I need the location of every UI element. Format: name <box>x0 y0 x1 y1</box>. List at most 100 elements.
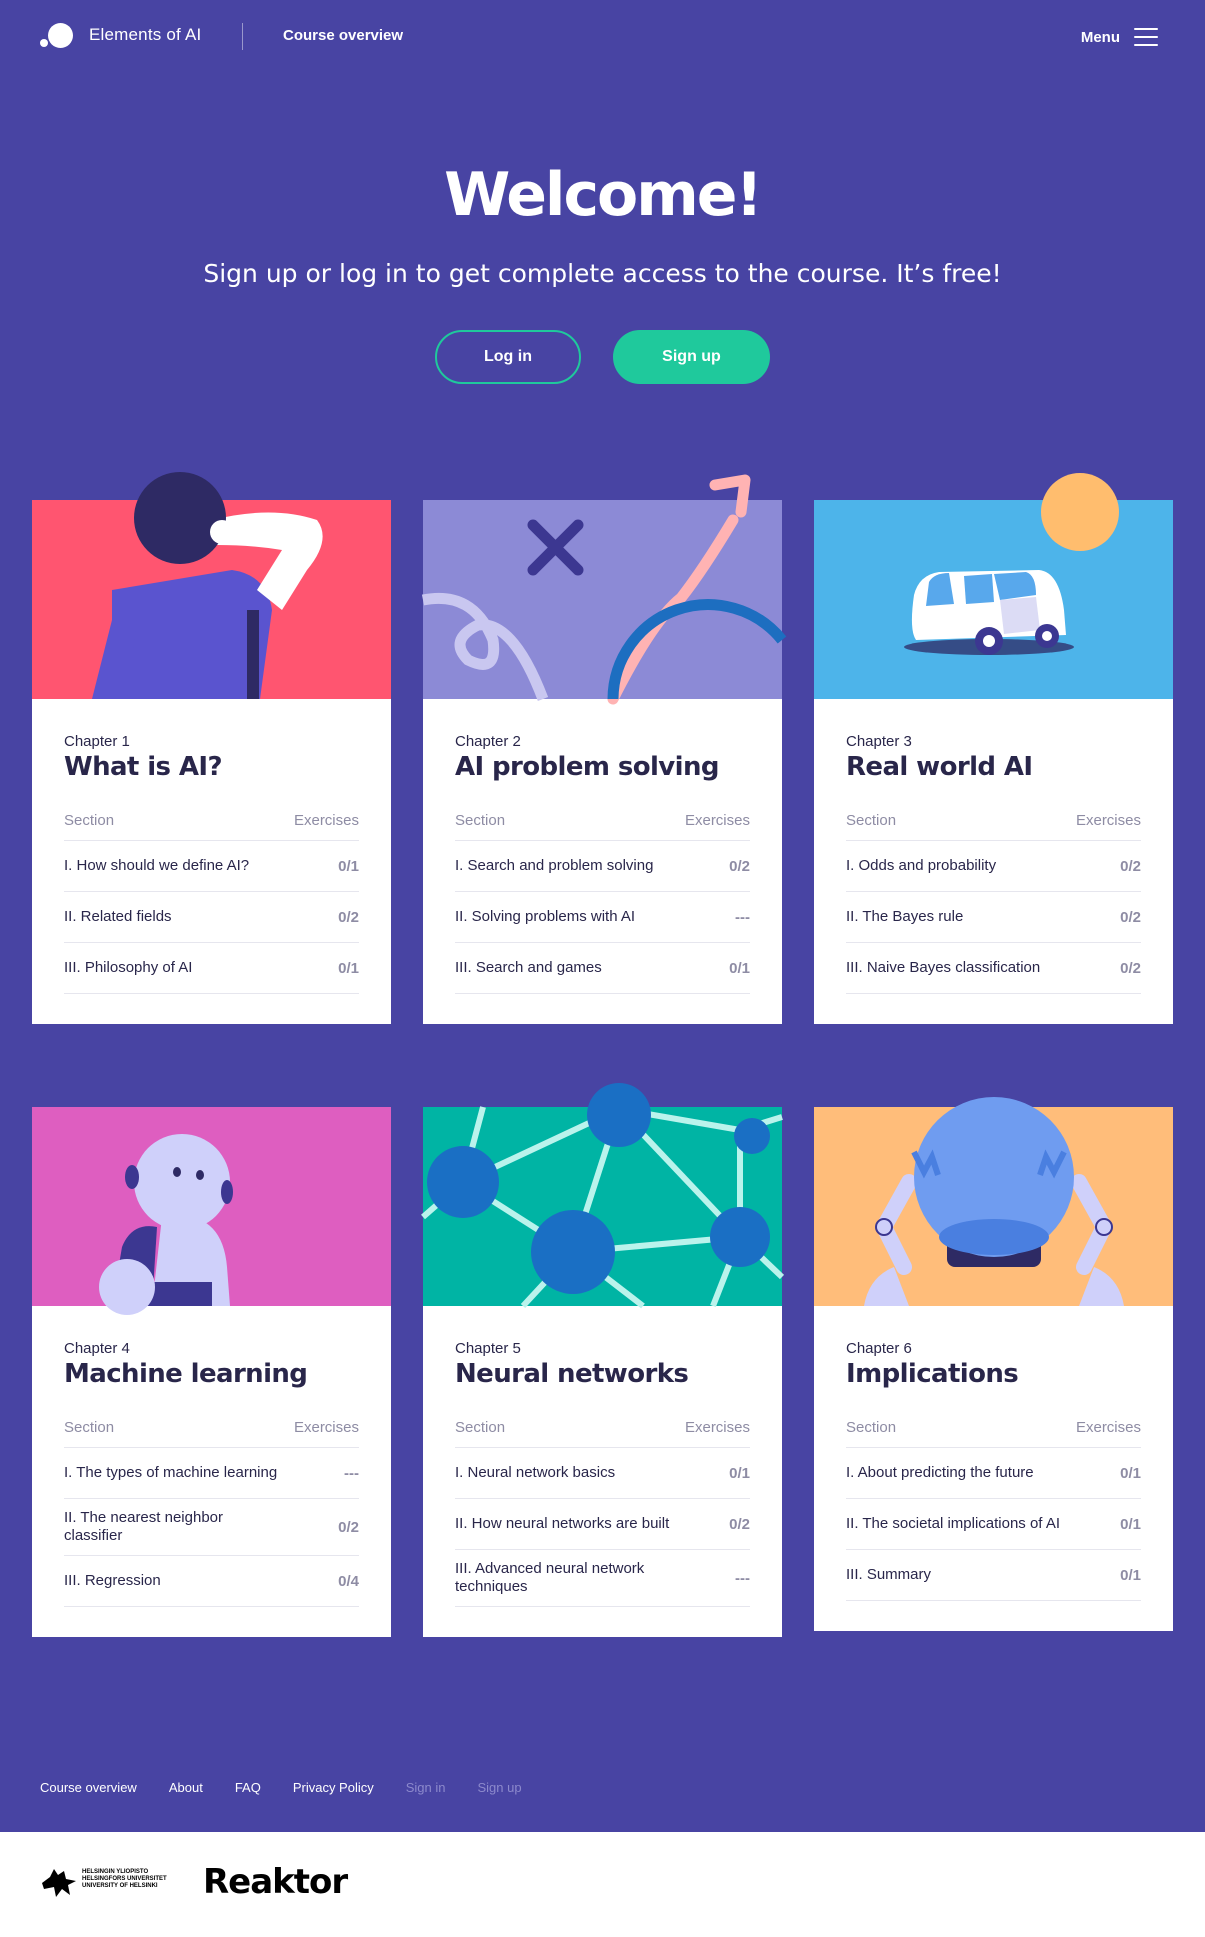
exercise-count: 0/2 <box>1120 959 1141 977</box>
self-driving-car-icon <box>814 473 1173 699</box>
footer-link-privacy-policy[interactable]: Privacy Policy <box>293 1780 374 1795</box>
exercise-count: --- <box>735 908 750 926</box>
chapter-title[interactable]: Real world AI <box>846 752 1141 782</box>
header-divider <box>242 23 243 50</box>
top-bar: Elements of AI Course overview Menu <box>0 0 1205 74</box>
footer-link-sign-up[interactable]: Sign up <box>478 1780 522 1795</box>
section-row[interactable]: II. The societal implications of AI 0/1 <box>846 1499 1141 1550</box>
exercises-column-header: Exercises <box>1075 812 1141 829</box>
section-row[interactable]: I. Neural network basics 0/1 <box>455 1448 750 1499</box>
exercises-column-header: Exercises <box>684 812 750 829</box>
welcome-subtitle: Sign up or log in to get complete access… <box>203 259 1002 288</box>
chapter-card-1[interactable]: Chapter 1 What is AI? Section Exercises … <box>32 472 391 1024</box>
section-name: I. Neural network basics <box>455 1464 616 1481</box>
robot-thinking-icon <box>32 1107 391 1315</box>
chapter-1-illustration <box>32 472 391 699</box>
section-table-header: Section Exercises <box>846 1419 1141 1448</box>
section-row[interactable]: III. Naive Bayes classification 0/2 <box>846 943 1141 994</box>
section-row[interactable]: I. About predicting the future 0/1 <box>846 1448 1141 1499</box>
chapter-number: Chapter 2 <box>455 733 521 750</box>
login-button[interactable]: Log in <box>435 330 581 384</box>
chapter-number: Chapter 6 <box>846 1340 912 1357</box>
section-column-header: Section <box>455 812 506 829</box>
exercise-count: 0/2 <box>729 857 750 875</box>
chapter-4-illustration <box>32 1107 391 1315</box>
helsinki-emblem-icon <box>42 1869 76 1897</box>
brand-name[interactable]: Elements of AI <box>89 25 201 45</box>
section-name: III. Advanced neural network techniques <box>455 1560 645 1595</box>
hamburger-icon <box>1134 28 1158 46</box>
exercise-count: 0/2 <box>338 1518 359 1536</box>
section-name: III. Regression <box>64 1572 161 1589</box>
section-row[interactable]: III. Philosophy of AI 0/1 <box>64 943 359 994</box>
university-name-en: UNIVERSITY OF HELSINKI <box>82 1883 158 1889</box>
section-name: I. How should we define AI? <box>64 857 250 874</box>
section-row[interactable]: I. Search and problem solving 0/2 <box>455 841 750 892</box>
chapter-number: Chapter 1 <box>64 733 130 750</box>
section-name: I. Odds and probability <box>846 857 997 874</box>
footer-link-about[interactable]: About <box>169 1780 203 1795</box>
section-name: II. Solving problems with AI <box>455 908 636 925</box>
section-name: I. About predicting the future <box>846 1464 1034 1481</box>
exercise-count: 0/1 <box>338 857 359 875</box>
elements-of-ai-logo[interactable] <box>40 21 74 51</box>
chapter-card-3[interactable]: Chapter 3 Real world AI Section Exercise… <box>814 473 1173 1024</box>
chapter-number: Chapter 5 <box>455 1340 521 1357</box>
chapter-2-illustration <box>421 474 787 705</box>
exercise-count: 0/1 <box>1120 1566 1141 1584</box>
chapter-number: Chapter 3 <box>846 733 912 750</box>
person-thinking-icon <box>32 472 391 699</box>
section-row[interactable]: III. Advanced neural network techniques -… <box>455 1550 750 1607</box>
footer-link-course-overview[interactable]: Course overview <box>40 1780 137 1795</box>
chapter-3-illustration <box>814 473 1173 699</box>
section-name: II. The societal implications of AI <box>846 1515 1060 1532</box>
university-name-sv: HELSINGFORS UNIVERSITET <box>82 1876 167 1882</box>
exercise-count: 0/2 <box>1120 908 1141 926</box>
chapter-title[interactable]: What is AI? <box>64 752 359 782</box>
footer-link-faq[interactable]: FAQ <box>235 1780 261 1795</box>
menu-button[interactable]: Menu <box>1081 24 1158 50</box>
welcome-heading: Welcome! <box>444 160 763 230</box>
section-row[interactable]: II. Related fields 0/2 <box>64 892 359 943</box>
section-name: I. The types of machine learning <box>64 1464 278 1481</box>
reaktor-logo[interactable]: Reaktor <box>203 1862 348 1902</box>
section-name: III. Summary <box>846 1566 932 1583</box>
section-name: II. The Bayes rule <box>846 908 964 925</box>
chapter-title[interactable]: Neural networks <box>455 1359 750 1389</box>
exercises-column-header: Exercises <box>293 1419 359 1436</box>
chapter-card-2[interactable]: Chapter 2 AI problem solving Section Exe… <box>421 474 787 1024</box>
signup-button[interactable]: Sign up <box>613 330 770 384</box>
exercise-count: 0/1 <box>1120 1464 1141 1482</box>
menu-label: Menu <box>1080 28 1120 46</box>
section-row[interactable]: I. Odds and probability 0/2 <box>846 841 1141 892</box>
section-row[interactable]: II. How neural networks are built 0/2 <box>455 1499 750 1550</box>
university-of-helsinki-logo[interactable]: HELSINGIN YLIOPISTO HELSINGFORS UNIVERSI… <box>40 1865 180 1905</box>
section-row[interactable]: II. The Bayes rule 0/2 <box>846 892 1141 943</box>
section-column-header: Section <box>64 1419 115 1436</box>
footer-link-sign-in[interactable]: Sign in <box>406 1780 446 1795</box>
section-table-header: Section Exercises <box>846 812 1141 841</box>
course-overview-link[interactable]: Course overview <box>283 27 403 44</box>
chapter-6-illustration <box>814 1097 1173 1306</box>
section-column-header: Section <box>846 812 897 829</box>
section-row[interactable]: II. Solving problems with AI --- <box>455 892 750 943</box>
section-row[interactable]: II. The nearest neighbor classifier 0/2 <box>64 1499 359 1556</box>
chapter-title[interactable]: Implications <box>846 1359 1141 1389</box>
section-row[interactable]: III. Search and games 0/1 <box>455 943 750 994</box>
chapter-card-4[interactable]: Chapter 4 Machine learning Section Exerc… <box>32 1107 391 1637</box>
section-row[interactable]: I. How should we define AI? 0/1 <box>64 841 359 892</box>
exercise-count: --- <box>344 1464 359 1482</box>
section-row[interactable]: I. The types of machine learning --- <box>64 1448 359 1499</box>
exercise-count: 0/1 <box>729 959 750 977</box>
section-column-header: Section <box>846 1419 897 1436</box>
chapter-card-5[interactable]: Chapter 5 Neural networks Section Exerci… <box>421 1083 785 1637</box>
section-name: I. Search and problem solving <box>455 857 654 874</box>
section-name: II. Related fields <box>64 908 172 925</box>
section-name: III. Search and games <box>455 959 602 976</box>
section-name: II. How neural networks are built <box>455 1515 670 1532</box>
chapter-card-6[interactable]: Chapter 6 Implications Section Exercises… <box>814 1097 1173 1631</box>
chapter-title[interactable]: AI problem solving <box>455 752 750 782</box>
section-row[interactable]: III. Regression 0/4 <box>64 1556 359 1607</box>
section-row[interactable]: III. Summary 0/1 <box>846 1550 1141 1601</box>
chapter-title[interactable]: Machine learning <box>64 1359 359 1389</box>
